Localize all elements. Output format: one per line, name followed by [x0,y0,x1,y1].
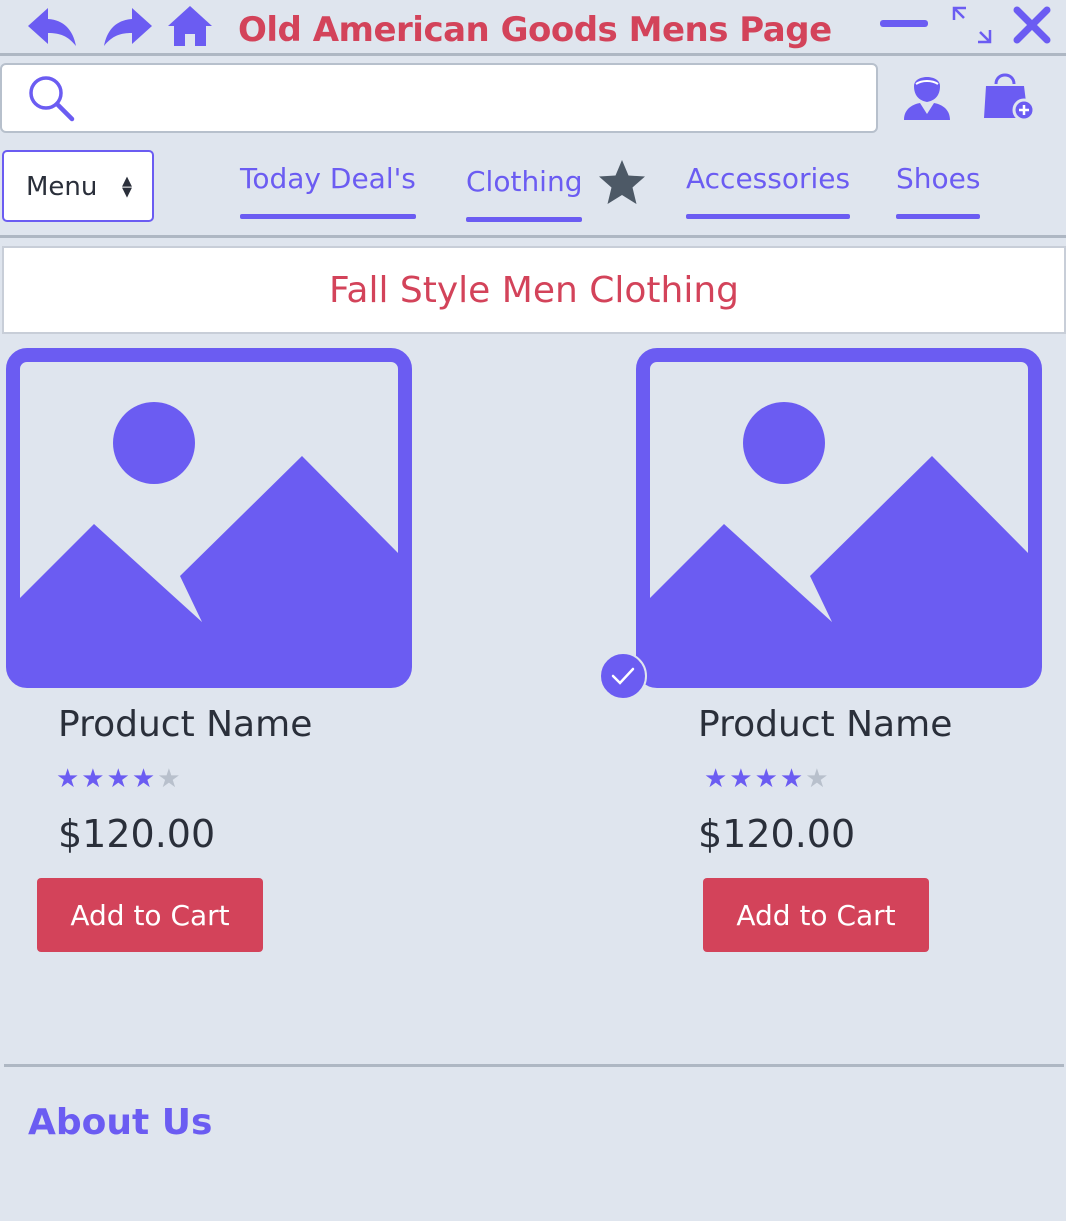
nav-link-today-deals[interactable]: Today Deal's [240,162,416,219]
account-icon [904,77,950,120]
back-button[interactable] [26,6,78,48]
product-name[interactable]: Product Name [58,704,312,745]
menu-select[interactable]: Menu ▲ ▼ [2,150,154,222]
product-card[interactable] [6,348,416,688]
search-icon [29,76,75,122]
image-placeholder-icon[interactable] [6,348,412,688]
minimize-icon [880,20,928,27]
home-icon [168,6,212,46]
nav-link-shoes[interactable]: Shoes [896,162,981,219]
minimize-button[interactable] [880,18,930,30]
account-button[interactable] [902,70,952,122]
product-price: $120.00 [58,812,216,856]
footer-divider [4,1064,1064,1067]
product-card[interactable] [636,348,1046,688]
close-button[interactable] [1012,6,1052,44]
add-to-cart-button[interactable]: Add to Cart [703,878,929,952]
close-icon [1013,6,1051,44]
star-icon [599,160,645,204]
product-name[interactable]: Product Name [698,704,952,745]
add-to-cart-button[interactable]: Add to Cart [37,878,263,952]
back-arrow-icon [28,8,76,46]
product-price: $120.00 [698,812,856,856]
titlebar-divider [0,53,1066,56]
search-bar[interactable] [0,63,878,133]
nav-underline [896,214,981,219]
maximize-icon [952,6,992,44]
category-banner: Fall Style Men Clothing [2,246,1066,334]
home-button[interactable] [166,4,214,48]
search-input[interactable] [92,75,866,123]
image-placeholder-icon[interactable] [636,348,1042,688]
nav-underline [686,214,851,219]
nav-underline [240,214,416,219]
about-us-link[interactable]: About Us [28,1102,212,1143]
nav-link-accessories[interactable]: Accessories [686,162,851,219]
nav-divider [0,235,1066,238]
maximize-button[interactable] [950,4,994,46]
forward-arrow-icon [104,8,152,46]
selected-checkbox[interactable] [598,651,648,701]
cart-button[interactable] [982,68,1038,122]
shopping-bag-icon [984,73,1036,122]
favorite-button[interactable] [596,158,648,208]
select-arrows-icon: ▲ ▼ [122,174,132,200]
checkmark-icon [599,652,647,700]
nav-link-clothing[interactable]: Clothing [466,165,583,222]
rating-stars: ★★★★★ [704,764,831,794]
star-icon: ★★★★ [56,764,158,794]
page-title: Old American Goods Mens Page [238,10,832,50]
star-empty-icon: ★ [157,764,183,794]
star-empty-icon: ★ [805,764,831,794]
star-icon: ★★★★ [704,764,806,794]
forward-button[interactable] [102,6,154,48]
nav-underline [466,217,583,222]
menu-label: Menu [26,172,98,202]
rating-stars: ★★★★★ [56,764,183,794]
banner-title: Fall Style Men Clothing [328,270,739,311]
